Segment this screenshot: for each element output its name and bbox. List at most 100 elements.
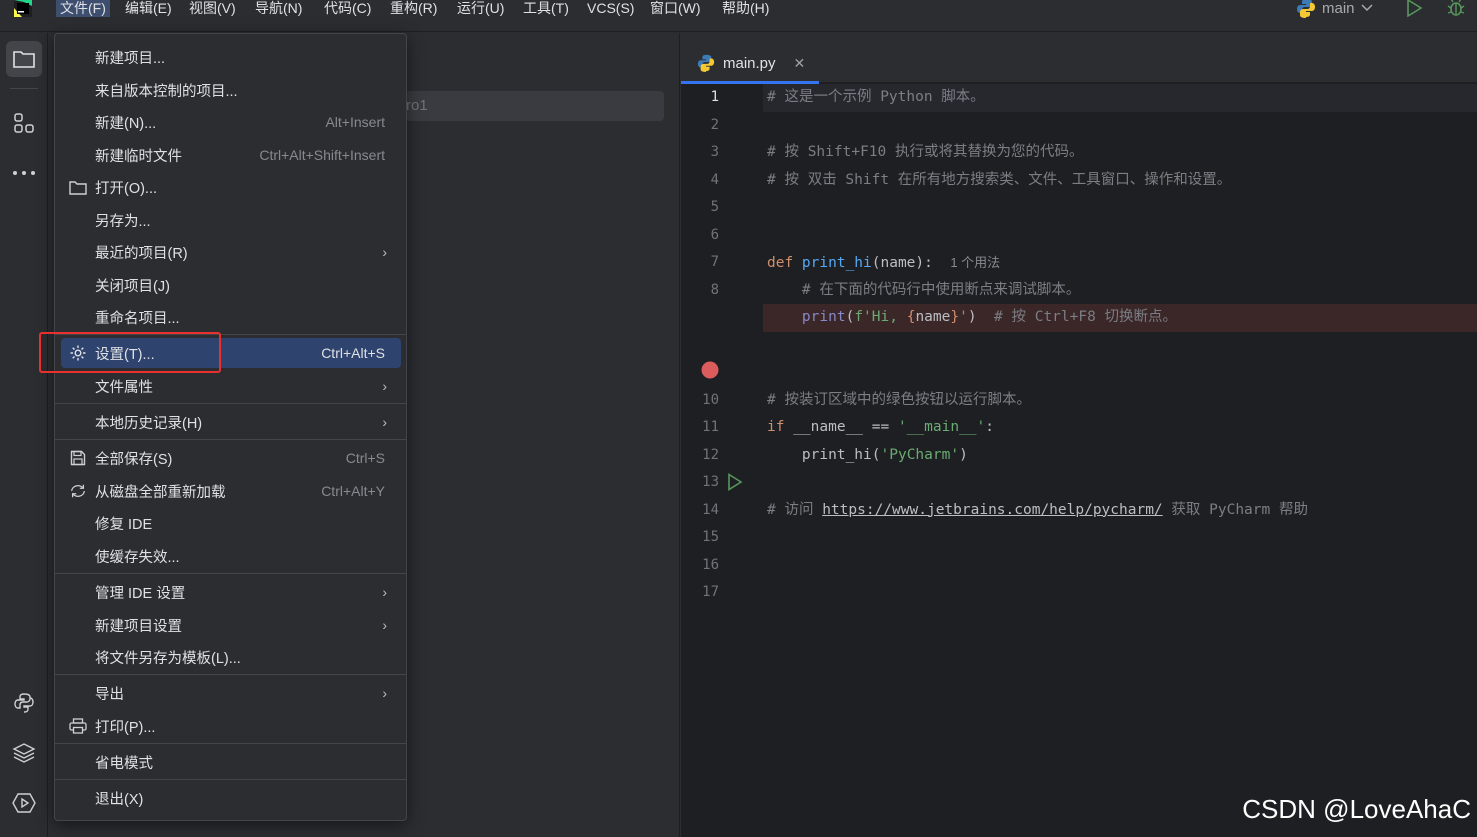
line-number: 13 (702, 474, 719, 490)
help-link[interactable]: https://www.jetbrains.com/help/pycharm/ (822, 502, 1162, 518)
folder-icon (69, 179, 87, 195)
toolbar-divider (10, 88, 38, 89)
menu-item-recent-projects[interactable]: 最近的项目(R) › (61, 237, 401, 267)
chevron-right-icon: › (382, 584, 387, 600)
services-icon (12, 793, 36, 813)
line-number: 15 (702, 529, 719, 545)
close-tab-icon[interactable]: ✕ (794, 55, 806, 72)
annotation-highlight-box (39, 332, 221, 373)
menu-edit[interactable]: 编辑(E) (121, 0, 176, 17)
menu-help[interactable]: 帮助(H) (718, 0, 773, 17)
file-menu-dropdown: 新建项目... 来自版本控制的项目... 新建(N)... Alt+Insert … (54, 33, 407, 821)
menu-item-export[interactable]: 导出 › (61, 678, 401, 708)
menu-item-repair-ide[interactable]: 修复 IDE (61, 508, 401, 538)
menu-item-invalidate-caches[interactable]: 使缓存失效... (61, 541, 401, 571)
menu-item-manage-ide-settings[interactable]: 管理 IDE 设置 › (61, 577, 401, 607)
menu-item-open[interactable]: 打开(O)... (61, 172, 401, 202)
menu-view[interactable]: 视图(V) (185, 0, 240, 17)
breakpoint-icon[interactable] (701, 361, 719, 379)
menu-vcs[interactable]: VCS(S) (583, 0, 638, 17)
line-number: 1 (710, 89, 719, 105)
project-tool-button[interactable] (6, 41, 42, 77)
code-area[interactable]: # 这是一个示例 Python 脚本。 # 按 Shift+F10 执行或将其替… (763, 84, 1477, 837)
line-number: 16 (702, 556, 719, 573)
menu-item-save-all[interactable]: 全部保存(S) Ctrl+S (61, 443, 401, 473)
line-number: 3 (710, 144, 719, 160)
line-number: 17 (702, 584, 719, 600)
pycharm-logo-icon[interactable] (10, 0, 36, 18)
main-menu-bar: 文件(F) 编辑(E) 视图(V) 导航(N) 代码(C) 重构(R) 运行(U… (0, 0, 1477, 32)
menu-separator (55, 743, 406, 744)
menu-item-new-scratch-file[interactable]: 新建临时文件 Ctrl+Alt+Shift+Insert (61, 140, 401, 170)
line-number: 10 (702, 391, 719, 408)
folder-icon (13, 51, 35, 68)
menu-window[interactable]: 窗口(W) (646, 0, 705, 17)
menu-item-project-from-vcs[interactable]: 来自版本控制的项目... (61, 75, 401, 105)
menu-item-local-history[interactable]: 本地历史记录(H) › (61, 407, 401, 437)
menu-navigate[interactable]: 导航(N) (251, 0, 306, 17)
menu-run[interactable]: 运行(U) (453, 0, 508, 17)
editor-tab-bar: main.py ✕ (681, 33, 1477, 84)
line-number: 2 (710, 116, 719, 133)
menu-tools[interactable]: 工具(T) (519, 0, 573, 17)
menu-code[interactable]: 代码(C) (320, 0, 375, 17)
tab-main-py[interactable]: main.py ✕ (681, 43, 819, 84)
more-tools-button[interactable] (6, 155, 42, 191)
project-name: ro1 (406, 97, 428, 114)
menu-file[interactable]: 文件(F) (56, 0, 110, 17)
menu-item-new[interactable]: 新建(N)... Alt+Insert (61, 107, 401, 137)
usage-hint[interactable]: 1 个用法 (950, 255, 1000, 270)
code-line: # 这是一个示例 Python 脚本。 (767, 89, 985, 105)
line-number: 7 (710, 254, 719, 270)
code-line: # 按装订区域中的绿色按钮以运行脚本。 (767, 391, 1031, 408)
code-line: def print_hi(name): 1 个用法 (767, 255, 1001, 271)
line-number: 5 (710, 199, 719, 215)
chevron-right-icon: › (382, 244, 387, 260)
python-console-icon (14, 693, 34, 713)
play-icon (1407, 0, 1423, 18)
code-line: if __name__ == '__main__': (767, 419, 995, 435)
menu-separator (55, 674, 406, 675)
run-button[interactable] (1404, 0, 1424, 23)
menu-item-save-as-template[interactable]: 将文件另存为模板(L)... (61, 642, 401, 672)
line-number: 11 (702, 419, 719, 435)
layers-icon (12, 743, 36, 763)
menu-item-exit[interactable]: 退出(X) (61, 783, 401, 813)
chevron-right-icon: › (382, 414, 387, 430)
code-line: # 在下面的代码行中使用断点来调试脚本。 (767, 281, 1081, 298)
menu-item-close-project[interactable]: 关闭项目(J) (61, 270, 401, 300)
print-icon (69, 718, 87, 734)
menu-item-power-save-mode[interactable]: 省电模式 (61, 747, 401, 777)
code-line: # 按 Shift+F10 执行或将其替换为您的代码。 (767, 144, 1084, 160)
menu-item-file-properties[interactable]: 文件属性 › (61, 371, 401, 401)
menu-item-rename-project[interactable]: 重命名项目... (61, 302, 401, 332)
structure-tool-button[interactable] (6, 105, 42, 141)
code-line: # 按 双击 Shift 在所有地方搜索类、文件、工具窗口、操作和设置。 (767, 171, 1232, 188)
services-tool-button[interactable] (6, 785, 42, 821)
menu-separator (55, 779, 406, 780)
code-line: print_hi('PyCharm') (767, 446, 968, 463)
menu-item-new-project-settings[interactable]: 新建项目设置 › (61, 610, 401, 640)
menu-item-save-as[interactable]: 另存为... (61, 205, 401, 235)
chevron-right-icon: › (382, 685, 387, 701)
layers-tool-button[interactable] (6, 735, 42, 771)
code-editor: main.py ✕ 1 2 3 4 5 6 7 8 10 11 12 13 14… (681, 33, 1477, 837)
menu-item-new-project[interactable]: 新建项目... (61, 42, 401, 72)
run-gutter-icon[interactable] (727, 473, 743, 491)
menu-separator (55, 573, 406, 574)
python-packages-button[interactable] (6, 685, 42, 721)
debug-button[interactable] (1445, 0, 1467, 23)
menu-refactor[interactable]: 重构(R) (386, 0, 441, 17)
line-number: 6 (710, 226, 719, 243)
ellipsis-icon (13, 171, 35, 175)
tab-label: main.py (723, 54, 776, 72)
line-number: 4 (710, 171, 719, 188)
menu-item-reload-all[interactable]: 从磁盘全部重新加载 Ctrl+Alt+Y (61, 476, 401, 506)
reload-icon (69, 483, 87, 499)
python-icon (1297, 0, 1315, 18)
branch-widget[interactable]: main (1296, 0, 1373, 18)
editor-gutter[interactable]: 1 2 3 4 5 6 7 8 10 11 12 13 14 15 16 17 (681, 84, 763, 837)
menu-separator (55, 439, 406, 440)
project-tree-row[interactable]: ro1 (406, 91, 664, 121)
menu-item-print[interactable]: 打印(P)... (61, 711, 401, 741)
